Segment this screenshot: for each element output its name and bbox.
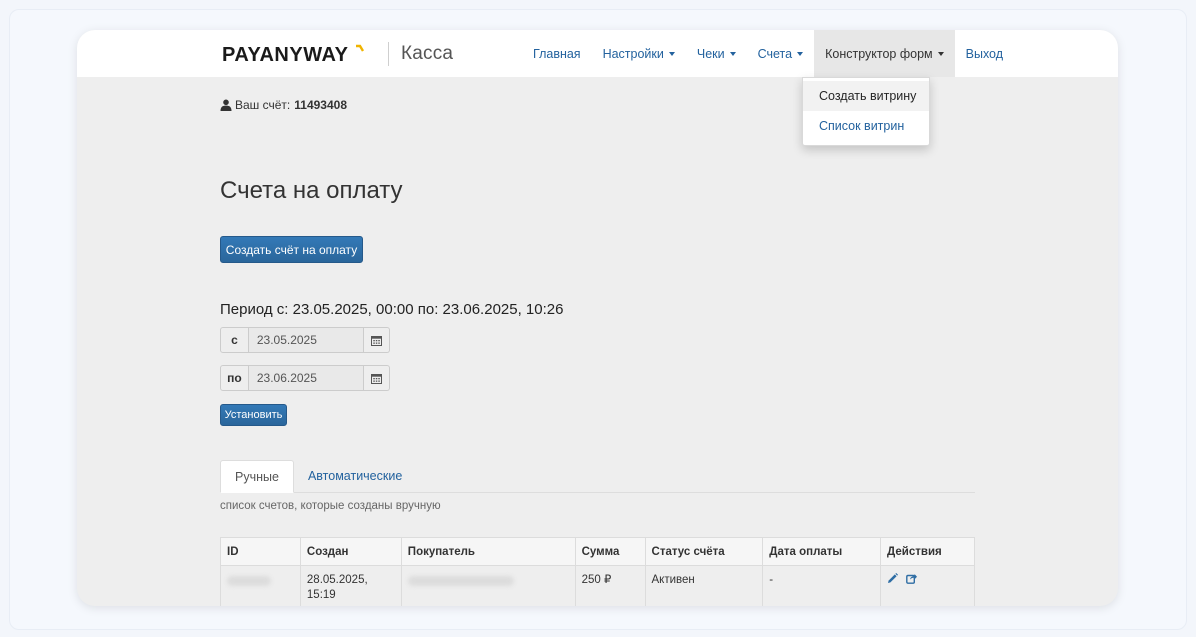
created-time: 15:19 bbox=[306, 589, 336, 601]
menu-item-showcase-list[interactable]: Список витрин bbox=[803, 111, 929, 141]
header-actions: Действия bbox=[880, 537, 975, 566]
redacted-buyer bbox=[407, 576, 514, 586]
cell-buyer bbox=[400, 565, 576, 606]
payanyway-logo-icon: PAYANYWAY bbox=[222, 44, 365, 66]
pencil-icon[interactable] bbox=[887, 573, 899, 584]
header-paid-date: Дата оплаты bbox=[762, 537, 882, 566]
tab-description: список счетов, которые созданы вручную bbox=[220, 500, 441, 512]
nav-receipts-label: Чеки bbox=[696, 46, 725, 61]
nav-logout-label: Выход bbox=[965, 46, 1004, 61]
logo-separator bbox=[388, 42, 389, 66]
date-from-label: с bbox=[220, 327, 249, 353]
menu-item-create-showcase[interactable]: Создать витрину bbox=[803, 81, 929, 111]
caret-down-icon bbox=[729, 51, 736, 56]
app-window: PAYANYWAY Касса Главная Настройки Чеки С… bbox=[77, 30, 1118, 606]
nav-settings[interactable]: Настройки bbox=[592, 30, 686, 77]
cell-amount: 250 ₽ bbox=[574, 565, 646, 606]
calendar-icon bbox=[370, 373, 382, 384]
share-icon[interactable] bbox=[906, 573, 918, 584]
nav-form-builder-label: Конструктор форм bbox=[825, 46, 933, 61]
nav-invoices[interactable]: Счета bbox=[747, 30, 814, 77]
calendar-icon bbox=[370, 335, 382, 346]
brand-section: Касса bbox=[401, 43, 454, 64]
nav-settings-label: Настройки bbox=[602, 46, 664, 61]
apply-period-button[interactable]: Установить bbox=[220, 404, 287, 426]
caret-down-icon bbox=[797, 51, 804, 56]
nav-form-builder[interactable]: Конструктор форм bbox=[814, 30, 955, 77]
table-row: 28.05.2025, 15:19 250 ₽ Активен - bbox=[220, 565, 975, 606]
date-from-calendar-button[interactable] bbox=[363, 327, 390, 353]
svg-text:PAYANYWAY: PAYANYWAY bbox=[222, 44, 349, 66]
account-info: Ваш счёт: 11493408 bbox=[220, 98, 347, 112]
form-builder-dropdown: Создать витрину Список витрин bbox=[802, 77, 930, 146]
nav-logout[interactable]: Выход bbox=[955, 30, 1014, 77]
main-menu: Главная Настройки Чеки Счета Конструктор… bbox=[522, 30, 1014, 77]
redacted-id bbox=[227, 576, 271, 586]
top-navbar: PAYANYWAY Касса Главная Настройки Чеки С… bbox=[77, 30, 1118, 77]
account-label: Ваш счёт: bbox=[235, 98, 291, 112]
header-id: ID bbox=[220, 537, 301, 566]
nav-invoices-label: Счета bbox=[757, 46, 793, 61]
tab-automatic[interactable]: Автоматические bbox=[294, 460, 416, 492]
cell-actions bbox=[880, 565, 975, 606]
caret-down-icon bbox=[937, 51, 944, 56]
nav-home[interactable]: Главная bbox=[522, 30, 592, 77]
cell-paid-date: - bbox=[762, 565, 882, 606]
date-to-input[interactable] bbox=[248, 365, 364, 391]
cell-created: 28.05.2025, 15:19 bbox=[299, 565, 402, 606]
date-to-label: по bbox=[220, 365, 249, 391]
cell-status: Активен bbox=[644, 565, 764, 606]
nav-receipts[interactable]: Чеки bbox=[686, 30, 747, 77]
create-invoice-button[interactable]: Создать счёт на оплату bbox=[220, 236, 363, 263]
table-header-row: ID Создан Покупатель Сумма Статус счёта … bbox=[220, 537, 975, 566]
brand-logo[interactable]: PAYANYWAY Касса bbox=[222, 42, 453, 66]
invoices-table: ID Создан Покупатель Сумма Статус счёта … bbox=[220, 537, 975, 606]
nav-home-label: Главная bbox=[533, 46, 581, 61]
date-from-input[interactable] bbox=[248, 327, 364, 353]
header-status: Статус счёта bbox=[644, 537, 764, 566]
header-created: Создан bbox=[299, 537, 402, 566]
created-date: 28.05.2025, bbox=[306, 574, 368, 586]
tab-manual[interactable]: Ручные bbox=[220, 460, 294, 493]
invoice-type-tabs: Ручные Автоматические bbox=[220, 460, 975, 493]
user-icon bbox=[220, 99, 232, 111]
caret-down-icon bbox=[668, 51, 675, 56]
period-summary: Период с: 23.05.2025, 00:00 по: 23.06.20… bbox=[220, 301, 564, 318]
date-from-group: с bbox=[220, 327, 390, 353]
header-amount: Сумма bbox=[574, 537, 646, 566]
date-to-calendar-button[interactable] bbox=[363, 365, 390, 391]
cell-id bbox=[220, 565, 301, 606]
page-title: Счета на оплату bbox=[220, 177, 403, 204]
date-to-group: по bbox=[220, 365, 390, 391]
account-number: 11493408 bbox=[294, 98, 347, 112]
header-buyer: Покупатель bbox=[400, 537, 576, 566]
